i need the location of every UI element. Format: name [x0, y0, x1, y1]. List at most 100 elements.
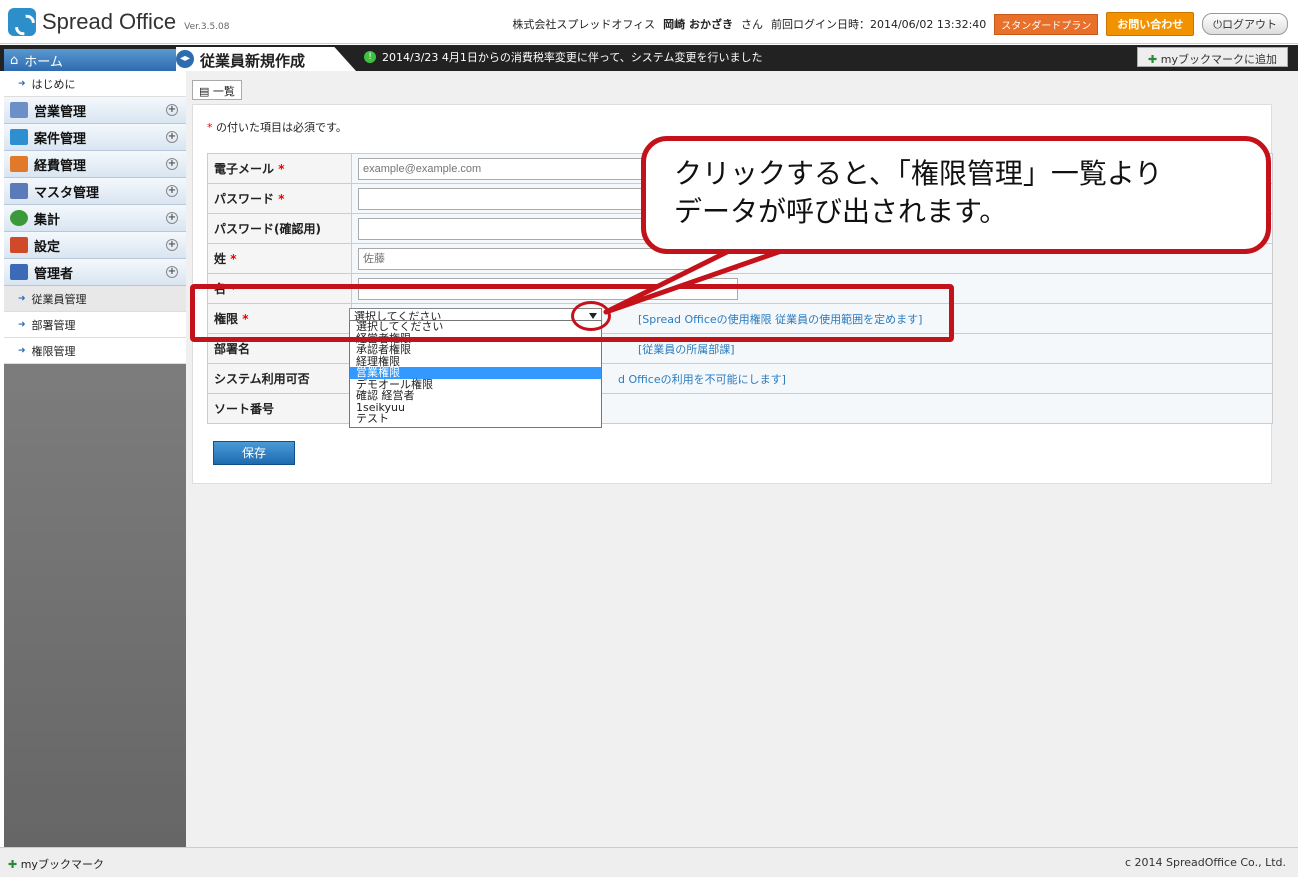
sidebar-item-roles[interactable]: ➜ 権限管理 — [4, 338, 186, 364]
sidebar-item-master[interactable]: マスタ管理 + — [4, 178, 186, 205]
field-label: ソート番号 — [207, 393, 352, 424]
expand-icon[interactable]: + — [166, 266, 178, 278]
expand-icon[interactable]: + — [166, 104, 178, 116]
expand-icon[interactable]: + — [166, 185, 178, 197]
sidebar-item-intro[interactable]: ➜ はじめに — [4, 71, 186, 97]
home-tab[interactable]: ⌂ ホーム — [4, 49, 184, 71]
notice-text: 2014/3/23 4月1日からの消費税率変更に伴って、システム変更を行いました — [382, 51, 763, 64]
sidebar-item-label: 案件管理 — [34, 131, 87, 147]
last-login: 前回ログイン日時：2014/06/02 13:32:40 — [770, 18, 987, 31]
password-confirm-label: パスワード(確認用) — [214, 222, 321, 236]
expand-icon[interactable]: + — [166, 212, 178, 224]
projects-icon — [10, 129, 28, 145]
last-name-label: 姓 — [214, 252, 227, 266]
logout-button[interactable]: ⏻ログアウト — [1202, 13, 1288, 35]
bookmark-add-button[interactable]: ✚ myブックマークに追加 — [1137, 47, 1288, 67]
bookmark-icon: ✚ — [8, 858, 18, 871]
system-use-hint: d Officeの利用を不可能にします] — [618, 372, 786, 386]
contact-button[interactable]: お問い合わせ — [1106, 12, 1195, 36]
sidebar-menu: ➜ はじめに 営業管理 + 案件管理 + 経費管理 + マスタ管理 + 集計 + 設定 + 管… — [4, 71, 186, 364]
sidebar-item-sales[interactable]: 営業管理 + — [4, 97, 186, 124]
honorific: さん — [740, 18, 763, 31]
field-label: パスワード * — [207, 183, 352, 214]
sidebar-item-label: 経費管理 — [34, 158, 87, 174]
version-label: Ver.3.5.08 — [184, 22, 230, 32]
required-note-text: の付いた項目は必須です。 — [216, 121, 347, 134]
system-use-label: システム利用可否 — [214, 372, 310, 386]
field-label: パスワード(確認用) — [207, 213, 352, 244]
callout-box: クリックすると、「権限管理」一覧より データが呼び出されます。 — [641, 136, 1271, 254]
sidebar-item-totals[interactable]: 集計 + — [4, 205, 186, 232]
notice-ticker[interactable]: ! 2014/3/23 4月1日からの消費税率変更に伴って、システム変更を行いま… — [364, 49, 762, 65]
user-name: 岡崎 おかざき — [663, 18, 733, 31]
sidebar-item-label: 営業管理 — [34, 104, 87, 120]
field-label: 姓 * — [207, 243, 352, 274]
sidebar-item-label: 部署管理 — [31, 318, 76, 332]
sidebar-item-label: 設定 — [34, 239, 61, 255]
sidebar-item-label: 権限管理 — [31, 344, 76, 358]
callout-line-2: データが呼び出されます。 — [674, 195, 1008, 228]
sidebar-item-employees[interactable]: ➜ 従業員管理 — [4, 286, 186, 312]
brand-name: Spread Office — [42, 9, 177, 34]
sidebar-item-label: マスタ管理 — [34, 185, 100, 201]
title-bar: ⌂ ホーム ◂▸ 従業員新規作成 ! 2014/3/23 4月1日からの消費税率… — [0, 45, 1298, 71]
app-header: Spread Office Ver.3.5.08 株式会社スプレッドオフィス 岡… — [0, 0, 1298, 44]
field-label: 電子メール * — [207, 153, 352, 184]
list-button[interactable]: ▤ 一覧 — [192, 80, 242, 100]
brand-logo[interactable]: Spread Office Ver.3.5.08 — [8, 8, 229, 36]
arrow-icon: ➜ — [18, 293, 26, 304]
page-title: 従業員新規作成 — [200, 52, 306, 70]
save-button[interactable]: 保存 — [213, 441, 295, 465]
sidebar-item-departments[interactable]: ➜ 部署管理 — [4, 312, 186, 338]
expand-icon[interactable]: + — [166, 158, 178, 170]
arrow-icon: ➜ — [18, 78, 26, 89]
master-icon — [10, 183, 28, 199]
sidebar-item-label: 集計 — [34, 212, 61, 228]
field-label: システム利用可否 — [207, 363, 352, 394]
company-name: 株式会社スプレッドオフィス — [512, 18, 656, 31]
sidebar-item-projects[interactable]: 案件管理 + — [4, 124, 186, 151]
sidebar-item-label: 従業員管理 — [31, 292, 87, 306]
footer: ✚ myブックマーク c 2014 SpreadOffice Co., Ltd. — [0, 847, 1298, 877]
logout-button-label: ログアウト — [1222, 18, 1277, 31]
dropdown-option[interactable]: 承認者権限 — [350, 344, 601, 356]
arrow-icon: ➜ — [18, 319, 26, 330]
required-star: * — [230, 252, 237, 266]
sidebar-item-expenses[interactable]: 経費管理 + — [4, 151, 186, 178]
password-label: パスワード — [214, 192, 275, 206]
required-note: * の付いた項目は必須です。 — [207, 119, 347, 135]
pie-chart-icon — [10, 210, 28, 226]
sidebar: ➜ はじめに 営業管理 + 案件管理 + 経費管理 + マスタ管理 + 集計 + 設定 + 管… — [4, 71, 186, 847]
sidebar-toggle-icon[interactable]: ◂▸ — [176, 50, 194, 68]
sidebar-item-label: 管理者 — [34, 266, 74, 282]
list-icon: ▤ — [199, 85, 210, 98]
spread-office-logo-icon — [8, 8, 36, 36]
dropdown-option[interactable]: テスト — [350, 413, 601, 425]
arrow-icon: ➜ — [18, 345, 26, 356]
bookmark-add-label: myブックマークに追加 — [1160, 53, 1277, 66]
tools-icon — [10, 237, 28, 253]
department-label: 部署名 — [214, 342, 251, 356]
required-star: * — [278, 162, 285, 176]
sidebar-item-admin[interactable]: 管理者 + — [4, 259, 186, 286]
contact-button-label: お問い合わせ — [1117, 18, 1184, 31]
footer-bookmark-link[interactable]: ✚ myブックマーク — [8, 856, 104, 872]
expand-icon[interactable]: + — [166, 131, 178, 143]
info-icon: ! — [364, 51, 376, 63]
header-user-area: 株式会社スプレッドオフィス 岡崎 おかざき さん 前回ログイン日時：2014/0… — [512, 12, 1288, 36]
expand-icon[interactable]: + — [166, 239, 178, 251]
list-button-label: 一覧 — [212, 85, 235, 98]
home-tab-label: ホーム — [24, 54, 63, 70]
power-icon: ⏻ — [1213, 18, 1222, 31]
required-star: * — [278, 192, 285, 206]
bookmark-plus-icon: ✚ — [1148, 53, 1158, 66]
sidebar-item-label: はじめに — [31, 77, 76, 91]
email-label: 電子メール — [214, 162, 275, 176]
dropdown-option-highlighted[interactable]: 営業権限 — [350, 367, 601, 379]
dropdown-option[interactable]: 確認 経営者 — [350, 390, 601, 402]
footer-bookmark-label: myブックマーク — [20, 858, 104, 871]
home-icon: ⌂ — [10, 52, 19, 68]
sidebar-item-settings[interactable]: 設定 + — [4, 232, 186, 259]
callout-line-1: クリックすると、「権限管理」一覧より — [674, 157, 1163, 190]
highlight-circle — [571, 301, 611, 331]
